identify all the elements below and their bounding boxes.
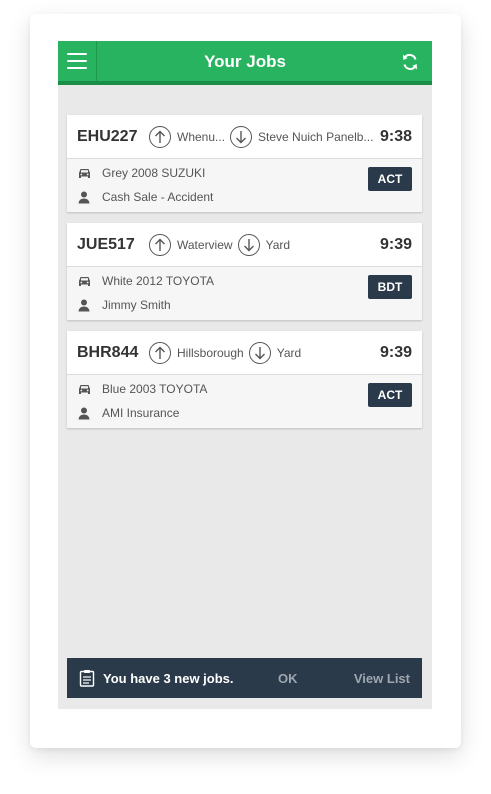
dropoff-arrow-down-icon	[237, 233, 260, 256]
job-time: 9:39	[379, 343, 412, 361]
customer-row: AMI Insurance	[77, 406, 179, 420]
dropoff-location: Yard	[276, 345, 302, 360]
job-time: 9:38	[379, 127, 412, 145]
pickup-location: Waterview	[177, 237, 233, 252]
pickup-arrow-up-icon	[149, 341, 171, 364]
dropoff-location: Steve Nuich Panelb...	[258, 129, 374, 144]
vehicle-description: Blue 2003 TOYOTA	[102, 382, 208, 396]
job-card[interactable]: BHR844 Hillsborough Yard 9:39 Blue 2003 …	[67, 331, 422, 428]
status-badge: BDT	[368, 275, 412, 299]
car-icon	[77, 274, 91, 288]
app-screen: Your Jobs EHU227 Whenu... Steve Nuich Pa…	[58, 41, 432, 709]
person-icon	[77, 406, 91, 420]
ok-button[interactable]: OK	[278, 671, 298, 686]
job-time: 9:39	[379, 235, 412, 253]
job-card-details: Blue 2003 TOYOTA AMI Insurance ACT	[67, 375, 422, 428]
pickup-location: Whenu...	[177, 129, 226, 144]
job-card-header: JUE517 Waterview Yard 9:39	[67, 223, 422, 267]
vehicle-row: Grey 2008 SUZUKI	[77, 166, 205, 180]
plate-number: JUE517	[77, 235, 135, 253]
job-card-details: White 2012 TOYOTA Jimmy Smith BDT	[67, 267, 422, 320]
job-card[interactable]: JUE517 Waterview Yard 9:39 White 2012 TO…	[67, 223, 422, 320]
vehicle-row: Blue 2003 TOYOTA	[77, 382, 207, 396]
clipboard-icon	[79, 670, 95, 687]
customer-row: Cash Sale - Accident	[77, 190, 213, 204]
car-icon	[77, 382, 91, 396]
view-list-button[interactable]: View List	[354, 671, 410, 686]
car-icon	[77, 166, 91, 180]
pickup-location: Hillsborough	[177, 345, 244, 360]
app-header: Your Jobs	[58, 41, 432, 85]
customer-name: Jimmy Smith	[102, 298, 171, 312]
person-icon	[77, 190, 91, 204]
customer-name: Cash Sale - Accident	[102, 190, 214, 204]
status-badge: ACT	[368, 167, 412, 191]
dropoff-location: Yard	[265, 237, 291, 252]
dropoff-arrow-down-icon	[248, 341, 271, 364]
vehicle-description: Grey 2008 SUZUKI	[102, 166, 206, 180]
new-jobs-snackbar: You have 3 new jobs. OK View List	[67, 658, 422, 698]
job-card-header: EHU227 Whenu... Steve Nuich Panelb... 9:…	[67, 115, 422, 159]
plate-number: EHU227	[77, 127, 138, 145]
vehicle-description: White 2012 TOYOTA	[102, 274, 215, 288]
page-title: Your Jobs	[204, 52, 286, 71]
menu-button[interactable]	[58, 41, 97, 81]
refresh-button[interactable]	[400, 52, 420, 72]
dropoff-arrow-down-icon	[230, 125, 253, 148]
refresh-sync-icon	[403, 53, 417, 71]
job-card[interactable]: EHU227 Whenu... Steve Nuich Panelb... 9:…	[67, 115, 422, 212]
job-card-header: BHR844 Hillsborough Yard 9:39	[67, 331, 422, 375]
customer-name: AMI Insurance	[102, 406, 180, 420]
hamburger-menu-icon	[67, 53, 87, 55]
person-icon	[77, 298, 91, 312]
device-frame: Your Jobs EHU227 Whenu... Steve Nuich Pa…	[30, 14, 461, 748]
customer-row: Jimmy Smith	[77, 298, 171, 312]
pickup-arrow-up-icon	[149, 233, 171, 256]
snackbar-message: You have 3 new jobs.	[103, 670, 234, 686]
pickup-arrow-up-icon	[149, 125, 171, 148]
plate-number: BHR844	[77, 343, 139, 361]
status-badge: ACT	[368, 383, 412, 407]
vehicle-row: White 2012 TOYOTA	[77, 274, 214, 288]
job-card-details: Grey 2008 SUZUKI Cash Sale - Accident AC…	[67, 159, 422, 212]
